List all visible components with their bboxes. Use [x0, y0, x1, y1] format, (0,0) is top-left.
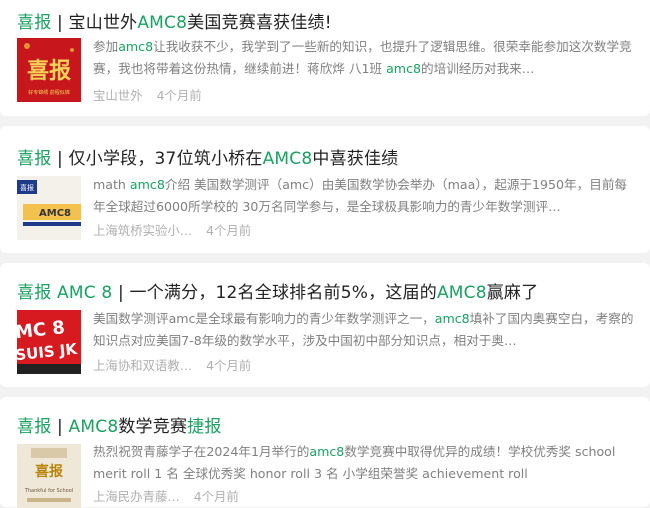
thumb-badge: 喜报: [20, 183, 34, 192]
result-time: 4个月前: [193, 489, 239, 504]
result-meta: 上海民办青藤… 4个月前: [93, 487, 239, 505]
result-thumbnail[interactable]: 喜报 好专锦绣 前程似锦: [17, 38, 81, 102]
snippet-keyword: amc8: [118, 39, 154, 54]
result-snippet: math amc8介绍 美国数学测评（amc）由美国数学协会举办（maa），起源…: [93, 174, 638, 218]
result-title[interactable]: 喜报 | AMC8数学竞赛捷报: [17, 412, 222, 437]
result-snippet: 热烈祝贺青藤学子在2024年1月举行的amc8数学竞赛中取得优异的成绩！学校优秀…: [93, 441, 638, 485]
title-highlight: AMC8: [262, 149, 313, 169]
title-text: | 宝山世外: [51, 13, 138, 33]
result-card[interactable]: 喜报 | AMC8数学竞赛捷报 喜报 Thankful for School 热…: [0, 397, 650, 508]
result-thumbnail[interactable]: 喜报 Thankful for School: [17, 444, 81, 508]
title-text: 赢麻了: [486, 283, 539, 303]
result-title[interactable]: 喜报 AMC 8 | 一个满分，12名全球排名前5%，这届的AMC8赢麻了: [17, 278, 538, 303]
snippet-text: 的培训经历对我来…: [421, 61, 535, 76]
snippet-text: math: [93, 177, 130, 192]
thumb-caption: Thankful for School: [24, 488, 73, 494]
snippet-text: 参加: [93, 39, 119, 54]
snippet-keyword: amc8: [309, 444, 345, 459]
result-source[interactable]: 上海协和双语教…: [93, 358, 192, 373]
snippet-text: 美国数学测评amc是全球最有影响力的青少年数学测评之一，: [93, 311, 435, 326]
title-text: | 仅小学段，37位筑小桥在: [51, 149, 263, 169]
result-thumbnail[interactable]: 喜报 AMC8: [17, 176, 81, 240]
title-text: 美国竞赛喜获佳绩!: [187, 13, 332, 33]
result-source[interactable]: 上海民办青藤…: [93, 489, 180, 504]
snippet-keyword: amc8: [129, 177, 165, 192]
result-title[interactable]: 喜报 | 仅小学段，37位筑小桥在AMC8中喜获佳绩: [17, 144, 398, 169]
result-card[interactable]: 喜报 AMC 8 | 一个满分，12名全球排名前5%，这届的AMC8赢麻了 MC…: [0, 263, 650, 387]
title-highlight: 捷报: [187, 417, 222, 437]
title-text: 中喜获佳绩: [312, 149, 399, 169]
title-text: |: [51, 417, 69, 437]
result-title[interactable]: 喜报 | 宝山世外AMC8美国竞赛喜获佳绩!: [17, 8, 332, 33]
thumbnail-image: 喜报 AMC8: [17, 176, 81, 240]
title-highlight: 喜报: [17, 417, 52, 437]
snippet-text: 热烈祝贺青藤学子在2024年1月举行的: [93, 444, 310, 459]
thumbnail-image: MC 8 SUIS JK: [17, 310, 81, 374]
result-card[interactable]: 喜报 | 仅小学段，37位筑小桥在AMC8中喜获佳绩 喜报 AMC8 math …: [0, 126, 650, 253]
thumb-caption: 好专锦绣 前程似锦: [28, 89, 70, 96]
snippet-text: 让我收获不少，我学到了一些新的知识，也提升了逻辑思维。很荣幸能参加这次数学竞赛，…: [93, 39, 632, 76]
result-time: 4个月前: [156, 88, 202, 103]
title-highlight: AMC8: [436, 283, 487, 303]
result-time: 4个月前: [206, 358, 252, 373]
title-highlight: AMC8: [137, 13, 188, 33]
result-meta: 上海筑桥实验小… 4个月前: [93, 221, 251, 239]
title-highlight: AMC8: [68, 417, 119, 437]
title-text: | 一个满分，12名全球排名前5%，这届的: [112, 283, 437, 303]
thumb-text: 喜报: [35, 463, 63, 480]
snippet-keyword: amc8: [434, 311, 470, 326]
title-highlight: 喜报: [17, 149, 52, 169]
result-time: 4个月前: [206, 223, 252, 238]
thumbnail-image: 喜报 Thankful for School: [17, 444, 81, 508]
thumb-text: AMC8: [39, 208, 71, 219]
thumb-text: 喜报: [27, 58, 71, 84]
result-source[interactable]: 上海筑桥实验小…: [93, 223, 192, 238]
snippet-keyword: amc8: [386, 61, 422, 76]
title-highlight: 喜报 AMC 8: [17, 283, 113, 303]
result-snippet: 美国数学测评amc是全球最有影响力的青少年数学测评之一，amc8填补了国内奥赛空…: [93, 308, 638, 352]
title-highlight: 喜报: [17, 13, 52, 33]
result-thumbnail[interactable]: MC 8 SUIS JK: [17, 310, 81, 374]
result-source[interactable]: 宝山世外: [93, 88, 143, 103]
result-meta: 上海协和双语教… 4个月前: [93, 356, 251, 374]
result-snippet: 参加amc8让我收获不少，我学到了一些新的知识，也提升了逻辑思维。很荣幸能参加这…: [93, 36, 638, 80]
snippet-text: 介绍 美国数学测评（amc）由美国数学协会举办（maa），起源于1950年，目前…: [93, 177, 628, 214]
result-card[interactable]: 喜报 | 宝山世外AMC8美国竞赛喜获佳绩! 喜报 好专锦绣 前程似锦 参加am…: [0, 0, 650, 116]
result-meta: 宝山世外 4个月前: [93, 86, 202, 104]
thumbnail-image: 喜报 好专锦绣 前程似锦: [17, 38, 81, 102]
title-text: 数学竞赛: [118, 417, 188, 437]
